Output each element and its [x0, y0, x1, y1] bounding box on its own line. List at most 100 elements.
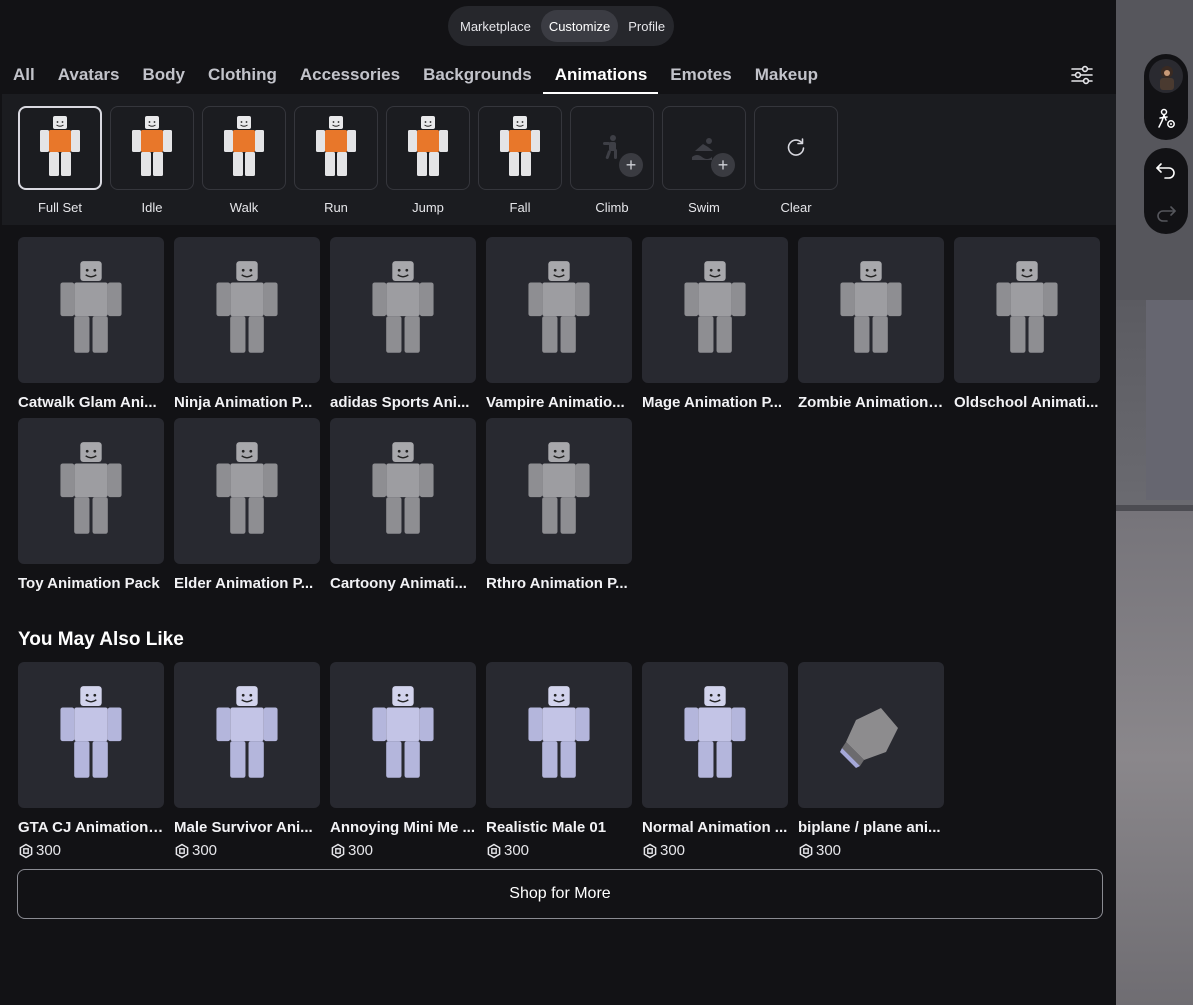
item-card[interactable]: Zombie Animation ...	[798, 237, 944, 411]
item-card[interactable]: adidas Sports Ani...	[330, 237, 476, 411]
recommended-item-card[interactable]: Realistic Male 01 300	[486, 662, 632, 859]
category-tab-avatars[interactable]: Avatars	[46, 56, 131, 94]
category-tabs: All Avatars Body Clothing Accessories Ba…	[0, 56, 1116, 94]
item-thumbnail	[18, 418, 164, 564]
price-value: 300	[348, 842, 374, 859]
shop-for-more-button[interactable]: Shop for More	[17, 869, 1103, 919]
slot-thumbnail	[110, 106, 194, 190]
slot-thumbnail	[754, 106, 838, 190]
item-price: 300	[18, 842, 164, 859]
item-card[interactable]: Vampire Animatio...	[486, 237, 632, 411]
item-thumbnail	[330, 418, 476, 564]
filter-button[interactable]	[1066, 60, 1098, 90]
slot-label: Walk	[229, 200, 259, 215]
avatar-editor: Marketplace Customize Profile All Avatar…	[0, 0, 1116, 1005]
avatar-pose-icon	[684, 686, 746, 778]
slot-label: Fall	[509, 200, 531, 215]
price-value: 300	[504, 842, 530, 859]
avatar-thumbnail-button[interactable]	[1144, 54, 1188, 97]
category-tab-clothing[interactable]: Clothing	[196, 56, 288, 94]
redo-icon	[1157, 205, 1176, 222]
item-thumbnail	[18, 662, 164, 808]
viewport-toolbar-history	[1144, 148, 1188, 234]
item-card[interactable]: Cartoony Animati...	[330, 418, 476, 592]
avatar-pose-icon	[840, 261, 902, 353]
avatar-pose-icon	[60, 442, 122, 534]
add-icon: +	[619, 153, 643, 177]
item-thumbnail	[174, 418, 320, 564]
item-thumbnail	[174, 662, 320, 808]
item-thumbnail	[642, 662, 788, 808]
slot-idle[interactable]: Idle	[110, 106, 194, 215]
avatar-pose-icon	[216, 442, 278, 534]
item-card[interactable]: Rthro Animation P...	[486, 418, 632, 592]
slot-fall[interactable]: Fall	[478, 106, 562, 215]
avatar-pose-icon	[60, 261, 122, 353]
item-card[interactable]: Ninja Animation P...	[174, 237, 320, 411]
price-value: 300	[192, 842, 218, 859]
item-name: Male Survivor Ani...	[174, 819, 313, 836]
recommended-item-card[interactable]: Normal Animation ... 300	[642, 662, 788, 859]
item-thumbnail	[18, 237, 164, 383]
item-name: Ninja Animation P...	[174, 394, 313, 411]
avatar-pose-icon	[408, 116, 448, 176]
avatar-pose-icon	[132, 116, 172, 176]
item-price: 300	[330, 842, 476, 859]
background-floor	[1116, 511, 1193, 1005]
reset-icon	[787, 138, 805, 156]
add-icon: +	[711, 153, 735, 177]
item-name: Elder Animation P...	[174, 575, 314, 592]
background-panel	[1146, 300, 1193, 500]
avatar-pose-icon	[216, 261, 278, 353]
slot-thumbnail	[202, 106, 286, 190]
recommended-item-card[interactable]: biplane / plane ani... 300	[798, 662, 944, 859]
item-name: adidas Sports Ani...	[330, 394, 470, 411]
item-price: 300	[174, 842, 320, 859]
slot-climb[interactable]: + Climb	[570, 106, 654, 215]
item-name: Normal Animation ...	[642, 819, 788, 836]
recommended-item-card[interactable]: Annoying Mini Me ... 300	[330, 662, 476, 859]
slot-run[interactable]: Run	[294, 106, 378, 215]
category-tab-all[interactable]: All	[1, 56, 46, 94]
avatar-pose-icon	[500, 116, 540, 176]
avatar-pose-icon	[372, 686, 434, 778]
tab-customize[interactable]: Customize	[540, 10, 619, 42]
slot-label: Run	[324, 200, 348, 215]
item-name: Realistic Male 01	[486, 819, 607, 836]
slot-full-set[interactable]: Full Set	[18, 106, 102, 215]
slot-clear[interactable]: Clear	[754, 106, 838, 215]
slot-swim[interactable]: + Swim	[662, 106, 746, 215]
slot-jump[interactable]: Jump	[386, 106, 470, 215]
price-value: 300	[36, 842, 62, 859]
item-name: Toy Animation Pack	[18, 575, 160, 592]
item-card[interactable]: Catwalk Glam Ani...	[18, 237, 164, 411]
item-card[interactable]: Oldschool Animati...	[954, 237, 1100, 411]
item-card[interactable]: Toy Animation Pack	[18, 418, 164, 592]
category-tab-makeup[interactable]: Makeup	[743, 56, 829, 94]
item-name: biplane / plane ani...	[798, 819, 941, 836]
price-value: 300	[660, 842, 686, 859]
robux-icon	[18, 843, 34, 859]
category-tab-body[interactable]: Body	[130, 56, 196, 94]
recommended-item-card[interactable]: Male Survivor Ani... 300	[174, 662, 320, 859]
slot-walk[interactable]: Walk	[202, 106, 286, 215]
redo-button[interactable]	[1144, 191, 1188, 234]
avatar-pose-icon	[224, 116, 264, 176]
tab-profile[interactable]: Profile	[620, 10, 673, 42]
section-title-recommendations: You May Also Like	[18, 629, 184, 650]
sliders-icon	[1071, 65, 1093, 85]
item-thumbnail	[486, 662, 632, 808]
category-tab-emotes[interactable]: Emotes	[658, 56, 742, 94]
category-tab-backgrounds[interactable]: Backgrounds	[411, 56, 543, 94]
recommended-item-card[interactable]: GTA CJ Animation ... 300	[18, 662, 164, 859]
undo-button[interactable]	[1144, 148, 1188, 191]
slot-thumbnail	[18, 106, 102, 190]
slot-label: Climb	[595, 200, 629, 215]
slot-thumbnail	[294, 106, 378, 190]
category-tab-animations[interactable]: Animations	[542, 56, 659, 94]
tab-marketplace[interactable]: Marketplace	[452, 10, 539, 42]
avatar-settings-button[interactable]	[1144, 97, 1188, 140]
item-card[interactable]: Elder Animation P...	[174, 418, 320, 592]
category-tab-accessories[interactable]: Accessories	[288, 56, 411, 94]
item-card[interactable]: Mage Animation P...	[642, 237, 788, 411]
